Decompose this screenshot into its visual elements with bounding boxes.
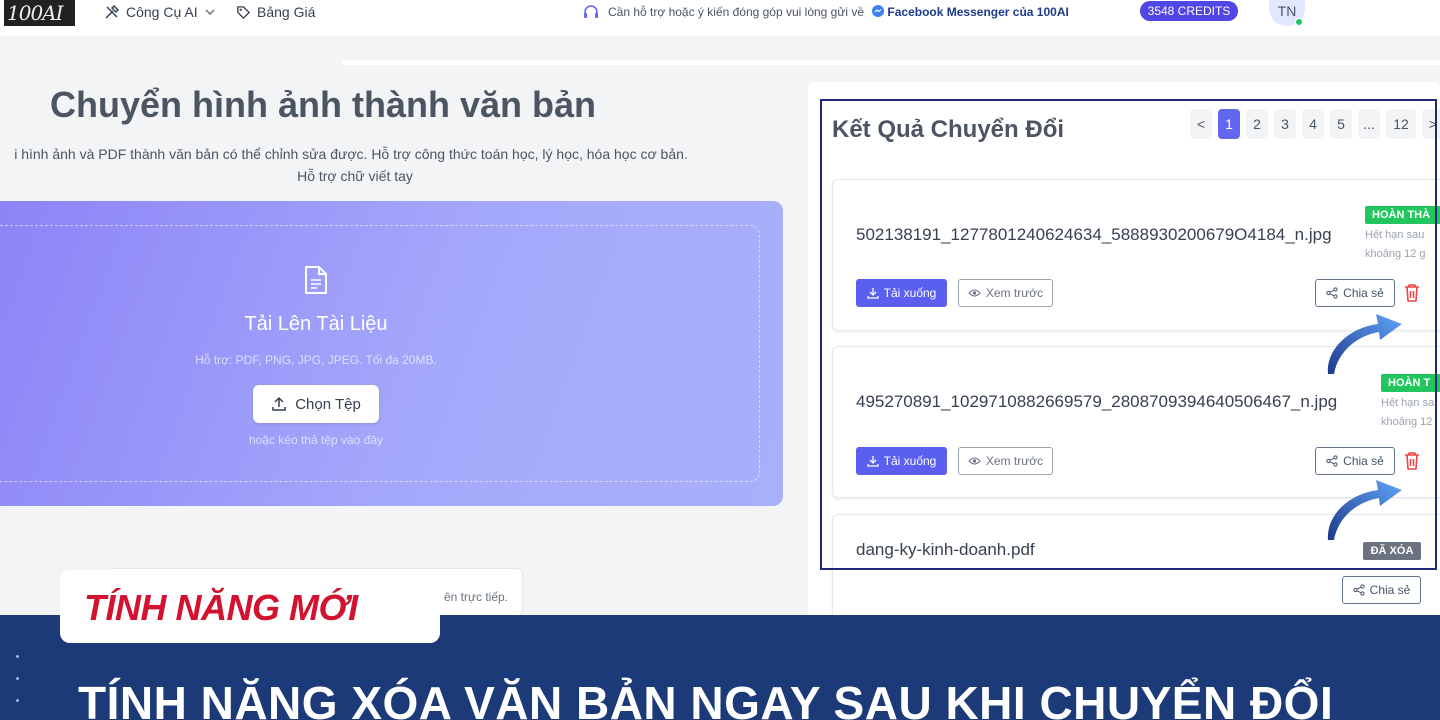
download-label: Tải xuống	[883, 286, 937, 300]
credits-badge[interactable]: 3548 CREDITS	[1140, 1, 1238, 21]
page-title: Chuyển hình ảnh thành văn bản	[50, 84, 597, 125]
status-badge: HOÀN THÀ	[1365, 206, 1440, 224]
page-prev-button[interactable]: <	[1190, 109, 1212, 139]
curved-arrow-icon	[1327, 480, 1402, 540]
note-text: ên trực tiếp.	[443, 590, 508, 604]
page-5-button[interactable]: 5	[1330, 109, 1352, 139]
pagination: < 1 2 3 4 5 ... 12 >	[1190, 109, 1440, 139]
share-button[interactable]: Chia sẻ	[1315, 447, 1395, 475]
share-icon	[1353, 584, 1365, 596]
drag-drop-hint: hoặc kéo thả tệp vào đây	[248, 433, 384, 447]
curved-arrow-icon	[1327, 314, 1402, 374]
page-3-button[interactable]: 3	[1274, 109, 1296, 139]
page-subtitle: i hình ảnh và PDF thành văn bản có thể c…	[0, 143, 710, 187]
support-notice: Cần hỗ trợ hoặc ý kiến đóng góp vui lòng…	[582, 2, 1069, 22]
messenger-icon	[872, 5, 885, 17]
upload-icon	[272, 396, 286, 411]
tag-icon	[237, 5, 251, 19]
share-label: Chia sẻ	[1369, 583, 1411, 597]
upload-format-hint: Hỗ trợ: PDF, PNG, JPG, JPEG. Tối đa 20MB…	[195, 353, 437, 367]
choose-file-label: Chọn Tệp	[295, 395, 361, 413]
preview-label: Xem trước	[985, 286, 1044, 300]
divider	[342, 60, 1440, 65]
document-icon	[305, 266, 327, 294]
download-button[interactable]: Tải xuống	[856, 279, 947, 307]
download-icon	[866, 288, 879, 299]
expire-line-1: Hết hạn sa	[1381, 397, 1435, 409]
result-file-name: 502138191_1277801240624634_5888930200679…	[856, 225, 1332, 244]
subtitle-line-1: i hình ảnh và PDF thành văn bản có thể c…	[14, 146, 688, 162]
page-next-button[interactable]: >	[1422, 109, 1440, 139]
eye-icon	[968, 289, 981, 297]
page-ellipsis: ...	[1358, 109, 1380, 139]
nav-tools-label: Công Cụ AI	[126, 4, 198, 20]
avatar-initials: TN	[1277, 3, 1297, 19]
share-icon	[1326, 455, 1338, 467]
banner-headline: TÍNH NĂNG XÓA VĂN BẢN NGAY SAU KHI CHUYỂ…	[78, 677, 1334, 720]
headset-icon	[584, 5, 598, 18]
upload-title: Tải Lên Tài Liệu	[244, 313, 388, 335]
results-title: Kết Quả Chuyển Đổi	[832, 116, 1065, 143]
choose-file-button[interactable]: Chọn Tệp	[253, 385, 379, 423]
page-1-button[interactable]: 1	[1218, 109, 1240, 139]
support-text: Cần hỗ trợ hoặc ý kiến đóng góp vui lòng…	[608, 5, 865, 19]
preview-button[interactable]: Xem trước	[958, 279, 1053, 307]
eye-icon	[968, 457, 981, 465]
nav-pricing-link[interactable]: Bảng Giá	[236, 3, 315, 21]
online-status-dot	[1295, 18, 1303, 26]
user-avatar[interactable]: TN	[1269, 0, 1305, 26]
new-feature-tag-text: TÍNH NĂNG MỚI	[84, 587, 358, 628]
nav-tools-menu[interactable]: Công Cụ AI	[104, 3, 216, 21]
top-navbar: 100AI Công Cụ AI Bảng Giá Cần hỗ trợ hoặ…	[0, 0, 1440, 36]
result-file-name: dang-ky-kinh-doanh.pdf	[856, 540, 1035, 559]
new-feature-tag: TÍNH NĂNG MỚI	[60, 570, 440, 643]
result-file-name: 495270891_1029710882669579_2808709394640…	[856, 392, 1338, 411]
banner-dots	[16, 655, 24, 715]
trash-icon[interactable]	[1403, 283, 1421, 303]
share-label: Chia sẻ	[1343, 286, 1384, 300]
logo[interactable]: 100AI	[4, 0, 75, 26]
download-icon	[866, 456, 879, 467]
download-label: Tải xuống	[883, 454, 937, 468]
share-button[interactable]: Chia sẻ	[1315, 279, 1395, 307]
share-label: Chia sẻ	[1343, 454, 1384, 468]
download-button[interactable]: Tải xuống	[856, 447, 947, 475]
page-4-button[interactable]: 4	[1302, 109, 1324, 139]
preview-label: Xem trước	[985, 454, 1044, 468]
expire-line-2: khoảng 12 g	[1365, 248, 1426, 260]
chevron-down-icon	[205, 9, 215, 16]
messenger-link[interactable]: Facebook Messenger của 100AI	[872, 5, 1069, 19]
subtitle-line-2: Hỗ trợ chữ viết tay	[297, 168, 413, 184]
nav-pricing-label: Bảng Giá	[257, 4, 316, 20]
expire-line-1: Hết hạn sau	[1365, 229, 1425, 241]
page-12-button[interactable]: 12	[1386, 109, 1416, 139]
trash-icon[interactable]	[1403, 451, 1421, 471]
preview-button[interactable]: Xem trước	[958, 447, 1053, 475]
tools-icon	[105, 4, 120, 19]
share-button[interactable]: Chia sẻ	[1342, 576, 1421, 604]
expire-line-2: khoảng 12	[1381, 416, 1433, 428]
share-icon	[1326, 287, 1338, 299]
messenger-link-label: Facebook Messenger của 100AI	[887, 5, 1069, 19]
page-2-button[interactable]: 2	[1246, 109, 1268, 139]
